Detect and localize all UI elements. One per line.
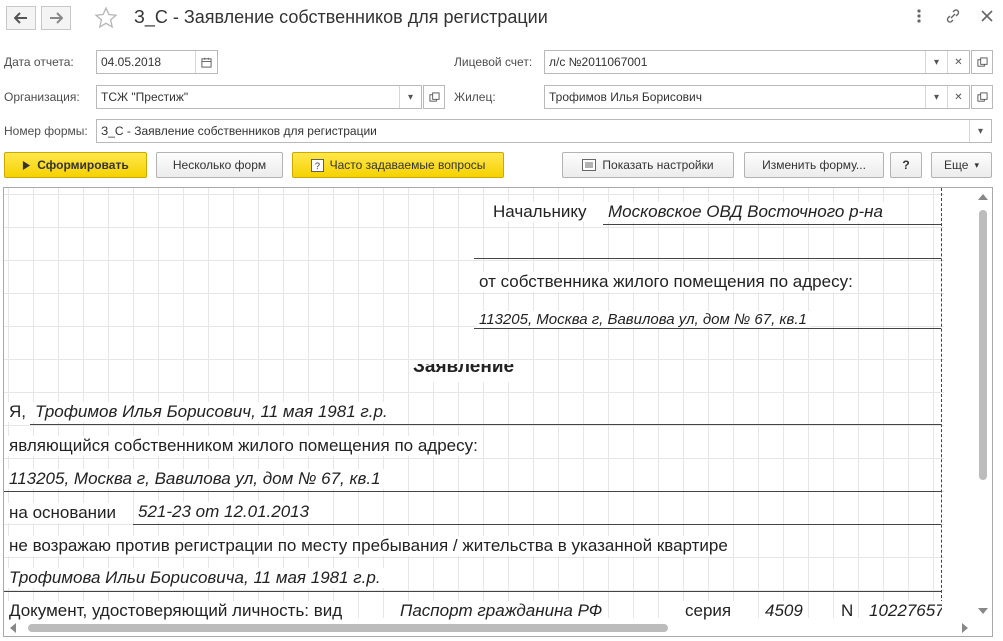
report-date-value[interactable]: 04.05.2018 xyxy=(97,55,195,69)
show-settings-button[interactable]: Показать настройки xyxy=(562,152,734,178)
form-number-value[interactable]: З_С - Заявление собственников для регист… xyxy=(97,124,969,138)
open-window-icon xyxy=(976,56,988,67)
i-label: Я, xyxy=(6,402,29,422)
scroll-thumb[interactable] xyxy=(979,210,987,480)
calendar-icon[interactable] xyxy=(195,51,217,73)
number-label: N xyxy=(838,601,857,621)
underline xyxy=(4,591,941,592)
account-label: Лицевой счет: xyxy=(454,55,533,69)
form-number-label: Номер формы: xyxy=(4,124,88,138)
horizontal-scrollbar[interactable] xyxy=(4,620,974,636)
report-date-field[interactable]: 04.05.2018 xyxy=(96,50,218,74)
resident-value[interactable]: Трофимов Илья Борисович xyxy=(545,90,925,104)
person-value[interactable]: Трофимов Илья Борисович, 11 мая 1981 г.р… xyxy=(32,402,391,422)
scroll-right-icon[interactable] xyxy=(962,623,968,633)
address-top[interactable]: 113205, Москва г, Вавилова ул, дом № 67,… xyxy=(476,311,810,328)
vertical-scrollbar[interactable] xyxy=(974,188,992,636)
page-title: З_С - Заявление собственников для регист… xyxy=(134,7,548,27)
number-value[interactable]: 10227657 xyxy=(866,601,942,621)
play-icon xyxy=(22,160,31,170)
scroll-left-icon[interactable] xyxy=(10,623,16,633)
series-label: серия xyxy=(682,601,735,621)
more-label: Еще xyxy=(944,158,969,172)
open-resident-button[interactable] xyxy=(971,85,993,109)
no-objection-text: не возражаю против регистрации по месту … xyxy=(6,536,731,556)
open-organization-button[interactable] xyxy=(423,85,445,109)
statement-heading: Заявление xyxy=(410,364,518,382)
form-number-field[interactable]: З_С - Заявление собственников для регист… xyxy=(96,119,992,143)
scroll-down-icon[interactable] xyxy=(978,608,988,614)
chevron-down-icon[interactable]: ▾ xyxy=(925,51,947,73)
back-button[interactable] xyxy=(6,6,36,30)
organization-label: Организация: xyxy=(4,90,80,104)
doc-type-value[interactable]: Паспорт гражданина РФ xyxy=(397,601,606,621)
help-button[interactable]: ? xyxy=(890,152,922,178)
question-icon: ? xyxy=(310,158,324,172)
svg-text:?: ? xyxy=(315,161,320,171)
close-icon[interactable] xyxy=(979,8,995,24)
faq-label: Часто задаваемые вопросы xyxy=(329,158,486,172)
settings-icon xyxy=(582,159,597,171)
underline xyxy=(133,524,941,525)
underline xyxy=(30,424,941,425)
resident-field[interactable]: Трофимов Илья Борисович ▾ ✕ xyxy=(544,85,970,109)
registrant-value[interactable]: Трофимова Ильи Борисовича, 11 мая 1981 г… xyxy=(6,568,384,588)
change-form-label: Изменить форму... xyxy=(762,158,866,172)
from-owner-text: от собственника жилого помещения по адре… xyxy=(476,272,856,292)
organization-value[interactable]: ТСЖ "Престиж" xyxy=(97,90,399,104)
change-form-button[interactable]: Изменить форму... xyxy=(744,152,884,178)
underline xyxy=(474,328,941,329)
being-owner-text: являющийся собственником жилого помещени… xyxy=(6,436,481,456)
chief-value[interactable]: Московское ОВД Восточного р-на xyxy=(605,202,886,222)
report-date-label: Дата отчета: xyxy=(4,55,74,69)
organization-field[interactable]: ТСЖ "Престиж" ▾ xyxy=(96,85,422,109)
statement-heading-text: Заявление xyxy=(413,364,515,377)
address-value[interactable]: 113205, Москва г, Вавилова ул, дом № 67,… xyxy=(6,469,384,489)
multi-forms-button[interactable]: Несколько форм xyxy=(156,152,283,178)
forward-button[interactable] xyxy=(41,6,71,30)
series-value[interactable]: 4509 xyxy=(762,601,806,621)
title-bar: З_С - Заявление собственников для регист… xyxy=(0,0,1003,38)
generate-button[interactable]: Сформировать xyxy=(4,152,147,178)
multi-forms-label: Несколько форм xyxy=(172,158,267,172)
generate-label: Сформировать xyxy=(37,158,129,172)
scroll-thumb[interactable] xyxy=(28,624,668,632)
basis-value[interactable]: 521-23 от 12.01.2013 xyxy=(135,502,313,522)
chevron-down-icon[interactable]: ▾ xyxy=(969,120,991,142)
underline xyxy=(4,491,941,492)
underline xyxy=(603,224,941,225)
account-value[interactable]: л/с №2011067001 xyxy=(545,55,925,69)
chief-label: Начальнику xyxy=(490,202,590,222)
page-boundary xyxy=(941,188,942,608)
chevron-down-icon[interactable]: ▾ xyxy=(925,86,947,108)
arrow-left-icon xyxy=(14,12,27,24)
chevron-down-icon: ▾ xyxy=(974,159,979,170)
clear-icon[interactable]: ✕ xyxy=(947,86,969,108)
show-settings-label: Показать настройки xyxy=(602,158,714,172)
arrow-right-icon xyxy=(50,12,63,24)
help-label: ? xyxy=(902,158,910,172)
faq-button[interactable]: ? Часто задаваемые вопросы xyxy=(292,152,504,178)
chevron-down-icon[interactable]: ▾ xyxy=(399,86,421,108)
basis-label: на основании xyxy=(6,503,120,523)
star-icon[interactable] xyxy=(94,6,118,30)
more-button[interactable]: Еще ▾ xyxy=(931,152,992,178)
open-window-icon xyxy=(428,91,440,102)
more-vert-icon[interactable] xyxy=(911,8,927,24)
clear-icon[interactable]: ✕ xyxy=(947,51,969,73)
open-account-button[interactable] xyxy=(971,50,993,74)
scroll-up-icon[interactable] xyxy=(978,194,988,200)
open-window-icon xyxy=(976,91,988,102)
doc-label: Документ, удостоверяющий личность: вид xyxy=(6,601,346,621)
underline xyxy=(474,258,941,259)
resident-label: Жилец: xyxy=(454,90,496,104)
account-field[interactable]: л/с №2011067001 ▾ ✕ xyxy=(544,50,970,74)
report-document[interactable]: Начальнику Московское ОВД Восточного р-н… xyxy=(3,187,993,637)
link-icon[interactable] xyxy=(945,8,961,24)
